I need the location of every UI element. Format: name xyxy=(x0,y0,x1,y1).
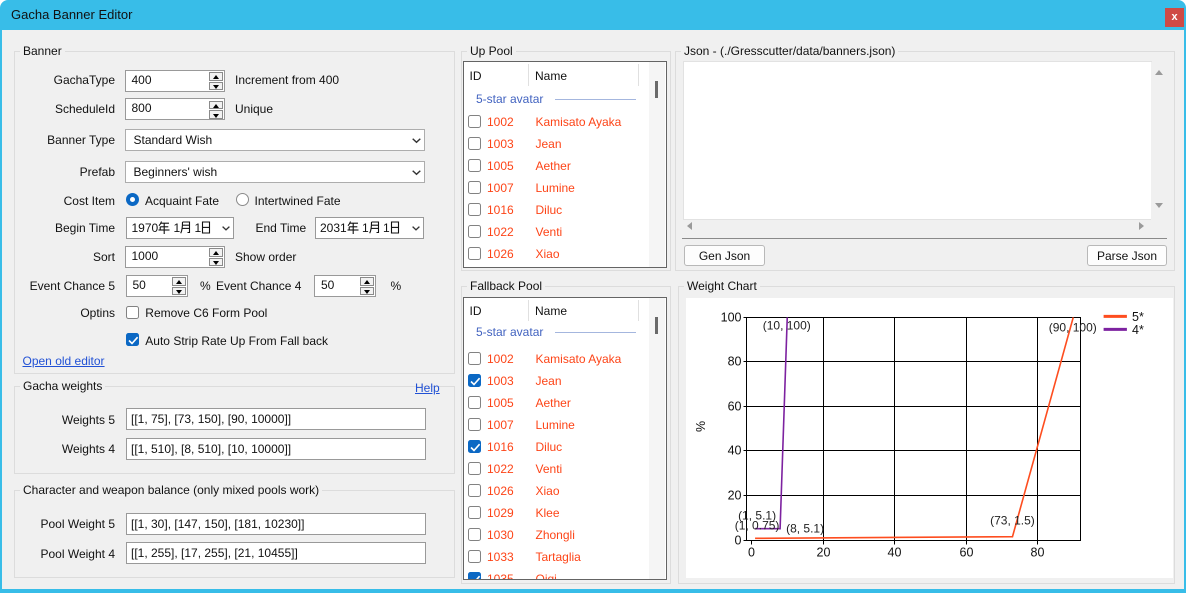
svg-text:0: 0 xyxy=(748,546,755,560)
svg-text:20: 20 xyxy=(817,546,831,560)
svg-text:(8, 5.1): (8, 5.1) xyxy=(786,522,824,536)
svg-text:100: 100 xyxy=(721,311,742,325)
svg-text:(73, 1.5): (73, 1.5) xyxy=(990,514,1035,528)
svg-text:40: 40 xyxy=(728,444,742,458)
svg-text:(90, 100): (90, 100) xyxy=(1049,320,1097,334)
svg-text:5*: 5* xyxy=(1132,310,1144,324)
svg-text:(1, 0.75): (1, 0.75) xyxy=(735,518,780,532)
svg-text:%: % xyxy=(694,421,708,432)
svg-text:20: 20 xyxy=(728,489,742,503)
svg-text:4*: 4* xyxy=(1132,323,1144,337)
svg-text:80: 80 xyxy=(728,355,742,369)
svg-text:40: 40 xyxy=(888,546,902,560)
svg-text:80: 80 xyxy=(1031,546,1045,560)
svg-text:(10, 100): (10, 100) xyxy=(763,318,811,332)
svg-text:0: 0 xyxy=(735,534,742,548)
svg-text:60: 60 xyxy=(728,400,742,414)
svg-text:60: 60 xyxy=(960,546,974,560)
